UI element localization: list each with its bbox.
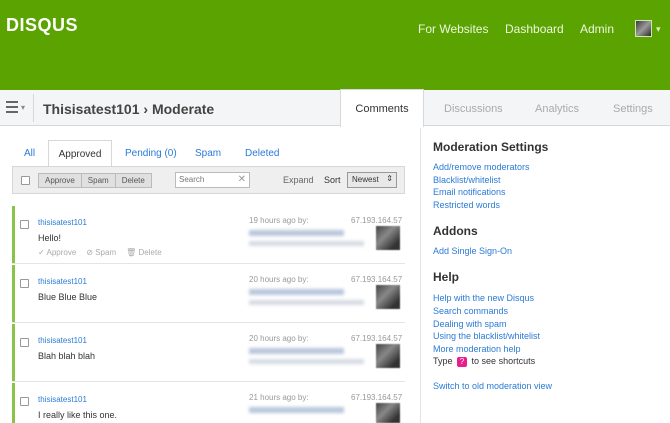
- top-header: [0, 0, 670, 90]
- comment-time: 21 hours ago by:: [249, 393, 309, 402]
- link-more-moderation-help[interactable]: More moderation help: [433, 344, 521, 354]
- comment-ip: 67.193.164.57: [351, 275, 403, 284]
- approved-indicator: [12, 265, 15, 322]
- moderation-settings-heading: Moderation Settings: [433, 140, 549, 154]
- spam-action[interactable]: ⊘ Spam: [86, 248, 116, 257]
- comment-author[interactable]: thisisatest101: [38, 277, 87, 286]
- sidebar-divider: [420, 128, 421, 423]
- commenter-avatar: [376, 344, 400, 368]
- filter-tab-spam[interactable]: Spam: [195, 148, 221, 159]
- commenter-avatar: [376, 403, 400, 423]
- comment-author[interactable]: thisisatest101: [38, 395, 87, 404]
- updown-icon: ⇕: [386, 174, 393, 183]
- shortcut-hint: Type ? to see shortcuts: [433, 356, 535, 367]
- comment-time: 19 hours ago by:: [249, 216, 309, 225]
- select-all-checkbox[interactable]: [21, 176, 30, 185]
- moderation-toolbar: Approve Spam Delete Search ✕ Expand Sort…: [12, 166, 405, 194]
- link-email-notifications[interactable]: Email notifications: [433, 187, 506, 197]
- tab-discussions[interactable]: Discussions: [444, 103, 503, 115]
- nav-for-websites[interactable]: For Websites: [418, 22, 488, 36]
- comment-author[interactable]: thisisatest101: [38, 336, 87, 345]
- chevron-down-icon: ▾: [21, 103, 26, 112]
- search-input[interactable]: Search ✕: [175, 172, 250, 188]
- nav-admin[interactable]: Admin: [580, 22, 614, 36]
- chevron-down-icon[interactable]: ▾: [656, 24, 661, 35]
- comment-ip: 67.193.164.57: [351, 334, 403, 343]
- tab-analytics[interactable]: Analytics: [535, 103, 579, 115]
- link-add-remove-moderators[interactable]: Add/remove moderators: [433, 162, 530, 172]
- filter-tab-approved[interactable]: Approved: [48, 140, 112, 166]
- comment-checkbox[interactable]: [20, 338, 29, 347]
- approved-indicator: [12, 324, 15, 381]
- delete-button[interactable]: Delete: [114, 173, 152, 188]
- shortcut-suffix: to see shortcuts: [471, 356, 536, 366]
- approved-indicator: [12, 206, 15, 263]
- disqus-logo[interactable]: DISQUS: [6, 15, 78, 36]
- approved-indicator: [12, 383, 15, 423]
- filter-tab-pending[interactable]: Pending (0): [125, 148, 177, 159]
- delete-action[interactable]: 🗑 Delete: [126, 248, 162, 257]
- comment-row[interactable]: thisisatest101 Blah blah blah 20 hours a…: [12, 324, 405, 382]
- sort-label: Sort: [324, 175, 341, 185]
- link-add-sso[interactable]: Add Single Sign-On: [433, 246, 512, 256]
- approve-button[interactable]: Approve: [38, 173, 82, 188]
- spam-button[interactable]: Spam: [80, 173, 116, 188]
- blurred-email: [249, 230, 344, 236]
- question-key-badge: ?: [457, 357, 468, 367]
- approve-action[interactable]: ✓ Approve: [38, 248, 76, 257]
- link-help-new-disqus[interactable]: Help with the new Disqus: [433, 293, 534, 303]
- comment-message: I really like this one.: [38, 410, 118, 420]
- comment-message: Blah blah blah: [38, 351, 96, 361]
- comment-ip: 67.193.164.57: [351, 216, 403, 225]
- commenter-avatar: [376, 285, 400, 309]
- filter-tab-deleted[interactable]: Deleted: [245, 148, 279, 159]
- link-blacklist-whitelist[interactable]: Blacklist/whitelist: [433, 175, 501, 185]
- shortcut-prefix: Type: [433, 356, 453, 366]
- blurred-email: [249, 348, 344, 354]
- clear-icon[interactable]: ✕: [238, 174, 246, 185]
- comment-author[interactable]: thisisatest101: [38, 218, 87, 227]
- blurred-email: [249, 289, 344, 295]
- comment-message: Hello!: [38, 233, 62, 243]
- blurred-url: [249, 359, 364, 364]
- sort-select[interactable]: Newest ⇕: [347, 172, 397, 188]
- comment-row[interactable]: thisisatest101 I really like this one. 2…: [12, 383, 405, 423]
- blurred-url: [249, 241, 364, 246]
- breadcrumb: Thisisatest101 › Moderate: [43, 101, 215, 117]
- search-placeholder: Search: [179, 175, 205, 184]
- link-switch-old-view[interactable]: Switch to old moderation view: [433, 381, 552, 391]
- ban-icon: ⊘: [86, 248, 96, 257]
- comment-actions: ✓ Approve ⊘ Spam 🗑 Delete: [38, 248, 162, 257]
- addons-heading: Addons: [433, 224, 478, 238]
- filter-tab-all[interactable]: All: [24, 148, 35, 159]
- link-search-commands[interactable]: Search commands: [433, 306, 508, 316]
- help-heading: Help: [433, 270, 460, 284]
- divider: [33, 94, 34, 122]
- tab-comments[interactable]: Comments: [340, 89, 424, 127]
- blurred-url: [249, 300, 364, 305]
- comment-checkbox[interactable]: [20, 279, 29, 288]
- blurred-email: [249, 407, 344, 413]
- link-using-blacklist[interactable]: Using the blacklist/whitelist: [433, 331, 540, 341]
- comment-ip: 67.193.164.57: [351, 393, 403, 402]
- nav-dashboard[interactable]: Dashboard: [505, 22, 564, 36]
- link-dealing-with-spam[interactable]: Dealing with spam: [433, 319, 507, 329]
- sort-value: Newest: [352, 175, 379, 184]
- bulk-action-group: Approve Spam Delete: [38, 173, 152, 188]
- trash-icon: 🗑: [126, 248, 139, 257]
- comment-checkbox[interactable]: [20, 397, 29, 406]
- menu-icon[interactable]: ▾: [6, 101, 28, 115]
- comment-row[interactable]: thisisatest101 Hello! 19 hours ago by: 6…: [12, 206, 405, 264]
- comment-checkbox[interactable]: [20, 220, 29, 229]
- expand-link[interactable]: Expand: [283, 175, 314, 185]
- tab-settings[interactable]: Settings: [613, 103, 653, 115]
- link-restricted-words[interactable]: Restricted words: [433, 200, 500, 210]
- comment-message: Blue Blue Blue: [38, 292, 98, 302]
- commenter-avatar: [376, 226, 400, 250]
- comment-row[interactable]: thisisatest101 Blue Blue Blue 20 hours a…: [12, 265, 405, 323]
- comment-time: 20 hours ago by:: [249, 334, 309, 343]
- comment-time: 20 hours ago by:: [249, 275, 309, 284]
- user-avatar[interactable]: [635, 20, 652, 37]
